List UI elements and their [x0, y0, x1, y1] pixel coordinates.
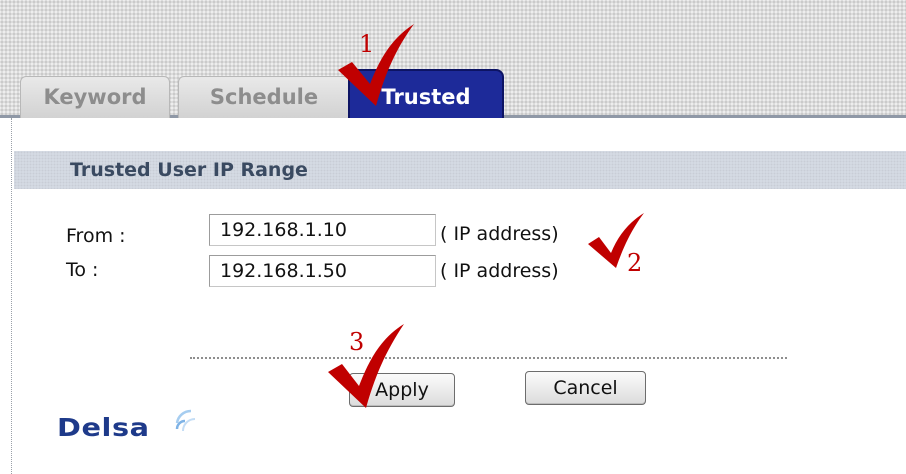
button-separator — [190, 357, 787, 359]
from-ip-hint: ( IP address) — [440, 223, 559, 245]
wireless-waves-icon — [175, 409, 196, 432]
checkmark-icon — [328, 324, 404, 408]
delsa-logo: Delsa — [57, 409, 217, 447]
to-ip-input[interactable] — [209, 255, 436, 287]
checkmark-icon — [338, 24, 414, 106]
from-label: From : — [66, 225, 126, 247]
logo-wordmark: Delsa — [57, 413, 150, 442]
tab-keyword[interactable]: Keyword — [20, 76, 170, 118]
from-ip-input[interactable] — [209, 214, 436, 246]
tab-schedule[interactable]: Schedule — [178, 76, 350, 118]
section-title: Trusted User IP Range — [70, 159, 308, 181]
to-label: To : — [66, 259, 99, 281]
cancel-button[interactable]: Cancel — [525, 371, 646, 405]
annotation-number-2: 2 — [627, 249, 643, 277]
content-border — [11, 118, 12, 474]
to-ip-hint: ( IP address) — [440, 260, 559, 282]
